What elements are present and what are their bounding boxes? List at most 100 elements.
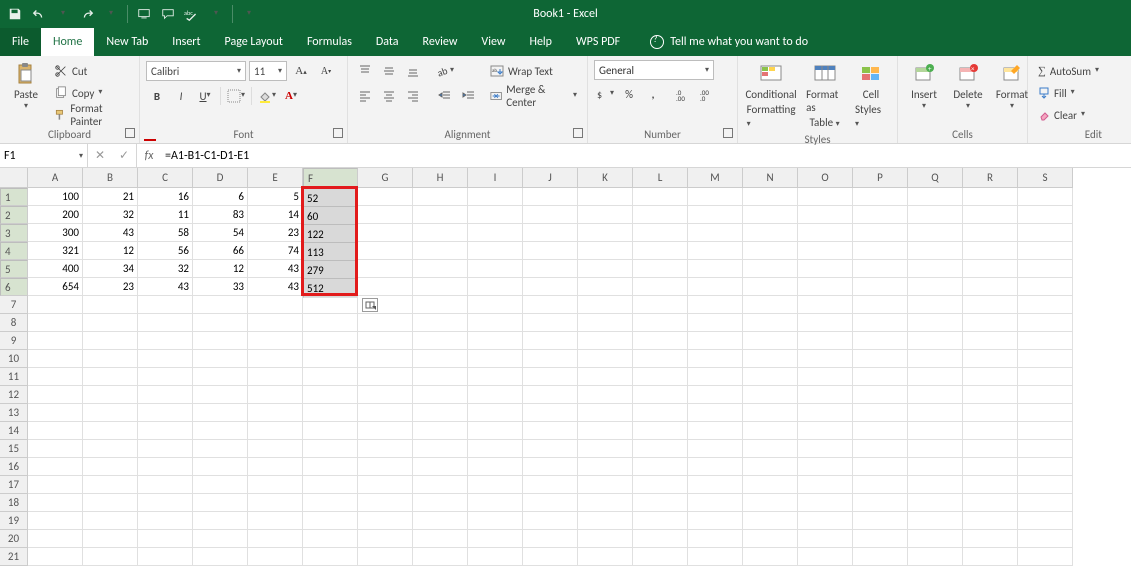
cell-B9[interactable]	[83, 332, 138, 350]
cell-C19[interactable]	[138, 512, 193, 530]
cell-P3[interactable]	[853, 224, 908, 242]
format-as-table-button[interactable]: Format as Table ▾	[802, 60, 847, 131]
underline-button[interactable]: U ▾	[194, 85, 216, 107]
cell-L12[interactable]	[633, 386, 688, 404]
conditional-formatting-button[interactable]: Conditional Formatting ▾	[744, 60, 798, 131]
cell-D1[interactable]: 6	[193, 188, 248, 206]
row-header-1[interactable]: 1	[0, 188, 28, 206]
align-left-button[interactable]	[354, 85, 376, 107]
cell-Q21[interactable]	[908, 548, 963, 566]
cell-I1[interactable]	[468, 188, 523, 206]
cell-A17[interactable]	[28, 476, 83, 494]
cell-H17[interactable]	[413, 476, 468, 494]
cell-R7[interactable]	[963, 296, 1018, 314]
column-header-B[interactable]: B	[83, 168, 138, 188]
cell-J21[interactable]	[523, 548, 578, 566]
column-header-J[interactable]: J	[523, 168, 578, 188]
undo-icon[interactable]	[28, 3, 50, 25]
cell-N4[interactable]	[743, 242, 798, 260]
chevron-down-icon[interactable]: ▾	[79, 151, 83, 161]
cell-A8[interactable]	[28, 314, 83, 332]
cell-B20[interactable]	[83, 530, 138, 548]
name-box[interactable]: ▾	[0, 144, 88, 167]
autofill-options-button[interactable]	[362, 298, 378, 312]
cell-A2[interactable]: 200	[28, 206, 83, 224]
cell-F14[interactable]	[303, 422, 358, 440]
cell-C2[interactable]: 11	[138, 206, 193, 224]
cell-B15[interactable]	[83, 440, 138, 458]
cell-O10[interactable]	[798, 350, 853, 368]
qat-customize-icon[interactable]: ▾	[238, 2, 260, 24]
row-header-11[interactable]: 11	[0, 368, 28, 386]
cell-A3[interactable]: 300	[28, 224, 83, 242]
fill-color-button[interactable]: ▾	[256, 85, 278, 107]
cell-G21[interactable]	[358, 548, 413, 566]
cell-E8[interactable]	[248, 314, 303, 332]
cell-K7[interactable]	[578, 296, 633, 314]
cell-S6[interactable]	[1018, 278, 1073, 296]
cell-F12[interactable]	[303, 386, 358, 404]
cell-J18[interactable]	[523, 494, 578, 512]
tab-file[interactable]: File	[0, 28, 41, 56]
cell-N21[interactable]	[743, 548, 798, 566]
cell-Q9[interactable]	[908, 332, 963, 350]
tab-pagelayout[interactable]: Page Layout	[213, 28, 295, 56]
cell-C1[interactable]: 16	[138, 188, 193, 206]
cell-K12[interactable]	[578, 386, 633, 404]
cell-D19[interactable]	[193, 512, 248, 530]
cell-N7[interactable]	[743, 296, 798, 314]
cell-F6[interactable]: 512	[303, 278, 358, 298]
cell-L14[interactable]	[633, 422, 688, 440]
cell-G18[interactable]	[358, 494, 413, 512]
cell-E13[interactable]	[248, 404, 303, 422]
cell-P19[interactable]	[853, 512, 908, 530]
cell-G16[interactable]	[358, 458, 413, 476]
cell-N5[interactable]	[743, 260, 798, 278]
cell-H13[interactable]	[413, 404, 468, 422]
cell-H7[interactable]	[413, 296, 468, 314]
row-header-19[interactable]: 19	[0, 512, 28, 530]
row-header-16[interactable]: 16	[0, 458, 28, 476]
cell-J7[interactable]	[523, 296, 578, 314]
cell-J6[interactable]	[523, 278, 578, 296]
cell-C15[interactable]	[138, 440, 193, 458]
cell-B16[interactable]	[83, 458, 138, 476]
cell-F1[interactable]: 52	[303, 188, 358, 208]
cell-B6[interactable]: 23	[83, 278, 138, 296]
cell-H16[interactable]	[413, 458, 468, 476]
row-header-9[interactable]: 9	[0, 332, 28, 350]
cell-S11[interactable]	[1018, 368, 1073, 386]
cell-S21[interactable]	[1018, 548, 1073, 566]
cell-C5[interactable]: 32	[138, 260, 193, 278]
tab-insert[interactable]: Insert	[160, 28, 212, 56]
cell-B13[interactable]	[83, 404, 138, 422]
cell-L17[interactable]	[633, 476, 688, 494]
column-header-I[interactable]: I	[468, 168, 523, 188]
cell-P4[interactable]	[853, 242, 908, 260]
cell-A19[interactable]	[28, 512, 83, 530]
cell-C18[interactable]	[138, 494, 193, 512]
cell-Q13[interactable]	[908, 404, 963, 422]
cell-H5[interactable]	[413, 260, 468, 278]
cell-C3[interactable]: 58	[138, 224, 193, 242]
cell-R13[interactable]	[963, 404, 1018, 422]
cell-G10[interactable]	[358, 350, 413, 368]
cell-L18[interactable]	[633, 494, 688, 512]
cell-J13[interactable]	[523, 404, 578, 422]
cell-N8[interactable]	[743, 314, 798, 332]
cell-S18[interactable]	[1018, 494, 1073, 512]
cell-M12[interactable]	[688, 386, 743, 404]
increase-indent-button[interactable]	[458, 85, 480, 107]
cell-A6[interactable]: 654	[28, 278, 83, 296]
cell-I11[interactable]	[468, 368, 523, 386]
dialog-launcher-icon[interactable]	[333, 128, 343, 138]
autosum-button[interactable]: ∑AutoSum ▾	[1034, 60, 1103, 82]
font-color-button[interactable]: A▾	[280, 85, 302, 107]
cell-F7[interactable]	[303, 296, 358, 314]
cell-L15[interactable]	[633, 440, 688, 458]
cell-B8[interactable]	[83, 314, 138, 332]
cell-N11[interactable]	[743, 368, 798, 386]
cell-M8[interactable]	[688, 314, 743, 332]
cell-R5[interactable]	[963, 260, 1018, 278]
cell-J5[interactable]	[523, 260, 578, 278]
